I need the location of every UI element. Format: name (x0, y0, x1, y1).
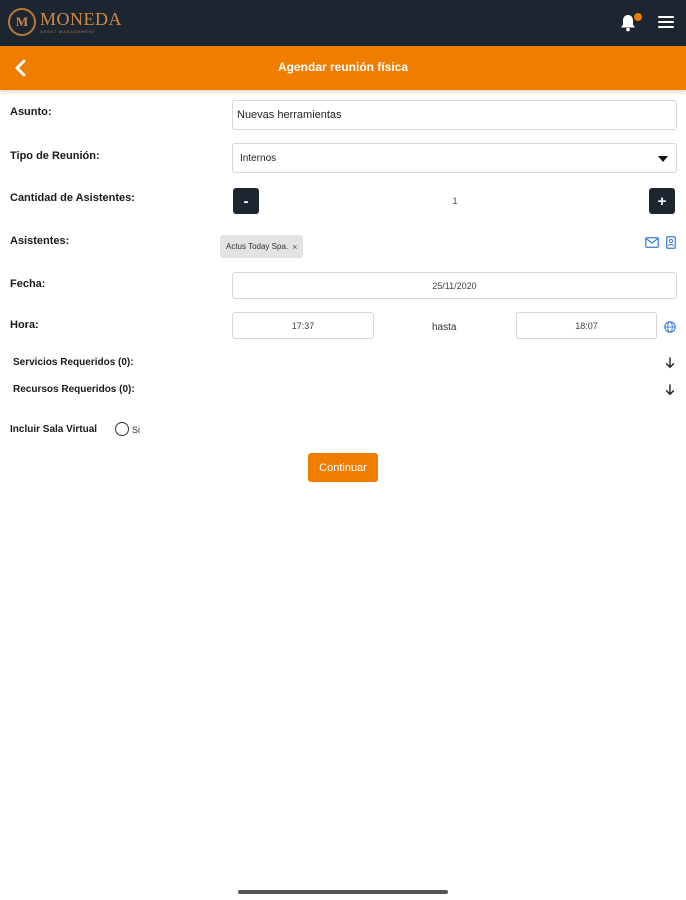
time-to-value: 18:07 (575, 320, 598, 331)
time-from-input[interactable]: 17:37 (232, 312, 374, 339)
virtual-room-option: Si (132, 425, 141, 435)
arrow-down-icon[interactable] (665, 357, 675, 369)
meeting-type-label: Tipo de Reunión: (10, 150, 100, 162)
resources-label[interactable]: Recursos Requeridos (0): (13, 384, 135, 395)
attendee-chip[interactable]: Actus Today Spa. × (220, 235, 304, 258)
brand-logo[interactable]: M MONEDA ASSET MANAGEMENT (8, 8, 122, 36)
date-value: 25/11/2020 (432, 280, 477, 291)
attendee-count-value: 1 (452, 196, 458, 206)
brand-name: MONEDA (40, 9, 122, 29)
attendees-label: Asistentes: (10, 235, 70, 247)
decrement-button[interactable]: - (233, 188, 259, 214)
time-label: Hora: (10, 319, 39, 331)
notification-badge (633, 12, 643, 22)
meeting-type-value: Internos (240, 152, 277, 164)
brand-seal-icon: M (8, 8, 36, 36)
caret-down-icon (658, 156, 668, 162)
subject-input[interactable]: Nuevas herramientas (232, 100, 677, 130)
top-bar: M MONEDA ASSET MANAGEMENT (0, 0, 686, 46)
home-indicator[interactable] (238, 890, 448, 894)
page-title: Agendar reunión física (277, 60, 409, 74)
remove-chip-icon[interactable]: × (292, 242, 297, 252)
time-from-value: 17:37 (291, 320, 315, 331)
virtual-room-label: Incluir Sala Virtual (10, 424, 98, 435)
meeting-type-select[interactable]: Internos (232, 143, 677, 173)
attendee-count-label: Cantidad de Asistentes: (10, 192, 135, 204)
brand-tagline: ASSET MANAGEMENT (40, 29, 96, 34)
page-header: Agendar reunión física (0, 46, 686, 90)
services-label[interactable]: Servicios Requeridos (0): (13, 357, 134, 368)
time-separator: hasta (432, 322, 457, 333)
subject-value: Nuevas herramientas (237, 109, 342, 121)
increment-button[interactable]: + (649, 188, 675, 214)
subject-label: Asunto: (10, 106, 52, 118)
attendee-chip-label: Actus Today Spa. (226, 242, 289, 251)
continue-button[interactable]: Continuar (308, 453, 378, 482)
mail-icon[interactable] (645, 237, 659, 248)
date-input[interactable]: 25/11/2020 (232, 272, 677, 299)
globe-icon[interactable] (664, 321, 676, 333)
time-to-input[interactable]: 18:07 (516, 312, 657, 339)
hamburger-menu-icon[interactable] (658, 16, 674, 30)
contact-book-icon[interactable] (666, 236, 676, 249)
date-label: Fecha: (10, 278, 46, 290)
arrow-down-icon[interactable] (665, 384, 675, 396)
virtual-room-radio[interactable] (115, 422, 129, 436)
